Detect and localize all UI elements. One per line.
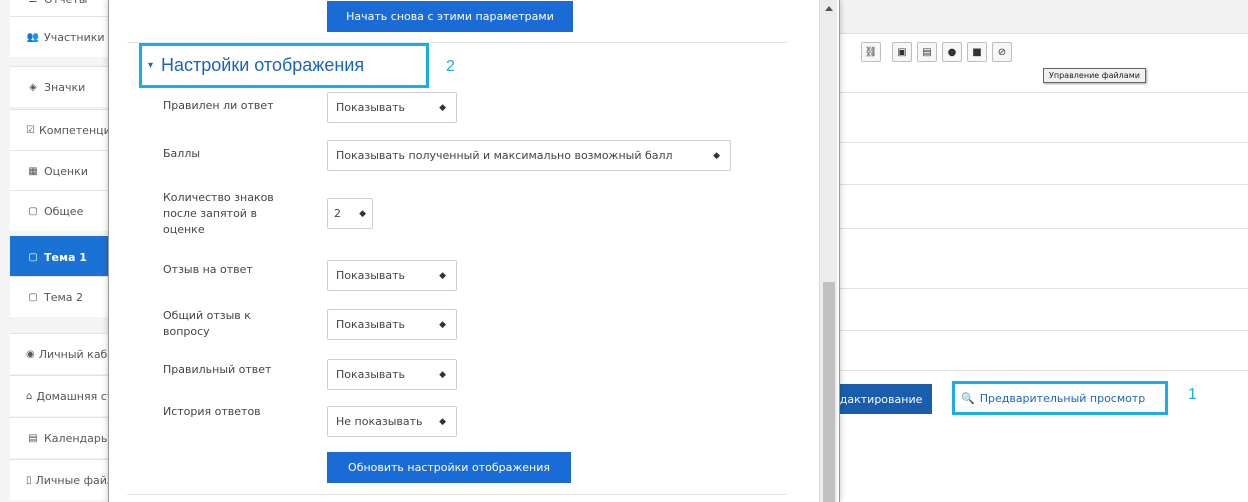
select-caret-icon: ◆	[439, 319, 446, 330]
sidebar-item-label: Тема 2	[44, 290, 84, 304]
sidebar-item-label: Оценки	[44, 164, 88, 178]
select-decimal-places[interactable]: 2 ◆	[327, 198, 373, 229]
sidebar-item[interactable]: ⌂Домашняя страница	[10, 375, 108, 416]
scrollbar-thumb[interactable]	[823, 282, 835, 502]
callout-number-1: 1	[1188, 386, 1197, 403]
scroll-up-arrow-icon[interactable]	[825, 6, 833, 11]
unlink-icon[interactable]: ⛓	[861, 42, 881, 62]
select-specific-feedback[interactable]: Показывать ◆	[327, 260, 457, 291]
select-value: Не показывать	[336, 415, 423, 428]
magnifier-icon: 🔍	[961, 391, 975, 405]
sidebar-item[interactable]: ☑Компетенции	[10, 109, 108, 150]
dashboard-icon: ◉	[26, 348, 35, 360]
editor-toolbar: ⛓ ▣ ▤ ● ■ ⊘	[861, 40, 1017, 64]
list-icon: ☰	[26, 0, 40, 5]
select-value: Показывать полученный и максимально возм…	[336, 149, 673, 162]
sidebar-item[interactable]: ▢ Тема 2	[10, 276, 108, 317]
select-caret-icon: ◆	[359, 208, 366, 219]
select-marks[interactable]: Показывать полученный и максимально возм…	[327, 140, 731, 171]
sidebar-item[interactable]: ▤ Календарь	[10, 417, 108, 458]
dialog-scrollbar[interactable]	[819, 0, 837, 502]
divider	[127, 494, 787, 495]
editor-top-strip	[833, 0, 1248, 34]
quiz-preview-settings-dialog: Начать снова с этими параметрами ▾ Настр…	[108, 0, 840, 502]
field-label-decimal-places: Количество знаков после запятой в оценке	[163, 191, 274, 236]
divider	[833, 142, 1248, 143]
sidebar-item-label: Отчеты	[44, 0, 87, 6]
divider	[833, 228, 1248, 229]
calendar-icon: ▤	[28, 432, 38, 444]
divider	[833, 370, 1248, 371]
edit-button[interactable]: едактирование	[833, 384, 933, 414]
divider	[833, 184, 1248, 185]
screenshot-root: ☰ Отчеты 👥 Участники ◈ Значки ☑Компетенции ▦ Оце…	[0, 0, 1248, 502]
select-value: Показывать	[336, 101, 406, 114]
manage-files-icon[interactable]: ⊘	[992, 42, 1012, 62]
media-icon[interactable]: ▤	[917, 42, 937, 62]
image-icon[interactable]: ▣	[892, 42, 912, 62]
select-response-history[interactable]: Не показывать ◆	[327, 406, 457, 437]
divider	[833, 92, 1248, 93]
callout-number-2: 2	[446, 58, 455, 75]
field-label-correctness: Правилен ли ответ	[163, 99, 274, 112]
select-value: 2	[334, 207, 341, 220]
file-icon: ▯	[26, 474, 32, 486]
select-value: Показывать	[336, 269, 406, 282]
nav-drawer: ☰ Отчеты 👥 Участники ◈ Значки ☑Компетенции ▦ Оце…	[0, 0, 108, 502]
sidebar-item-label: Участники	[44, 30, 105, 44]
sidebar-item-label: Общее	[44, 204, 84, 218]
sidebar-item-label: Домашняя страница	[36, 389, 108, 403]
sidebar-item-label: Тема 1	[44, 250, 87, 264]
sidebar-item[interactable]: ▢ Тема 1	[10, 236, 108, 277]
microphone-icon[interactable]: ●	[942, 42, 962, 62]
table-icon: ▦	[28, 165, 38, 177]
folder-icon: ▢	[28, 205, 38, 217]
sidebar-item[interactable]: ◉Личный кабинет	[10, 333, 108, 374]
divider	[833, 330, 1248, 331]
field-label-specific-feedback: Отзыв на ответ	[163, 263, 253, 276]
field-label-response-history: История ответов	[163, 405, 261, 418]
video-icon[interactable]: ■	[967, 42, 987, 62]
select-caret-icon: ◆	[439, 416, 446, 427]
select-correctness[interactable]: Показывать ◆	[327, 92, 457, 123]
checkbox-icon: ☑	[26, 124, 35, 136]
sidebar-item-label: Календарь	[44, 431, 108, 445]
field-label-general-feedback: Общий отзыв к вопросу	[163, 309, 251, 338]
sidebar-item[interactable]: ▯Личные файлы	[10, 459, 108, 500]
field-label-marks: Баллы	[163, 147, 201, 160]
section-title: Настройки отображения	[161, 55, 365, 75]
sidebar-item-label: Личные файлы	[35, 473, 108, 487]
sidebar-item[interactable]: 👥 Участники	[10, 16, 108, 57]
select-caret-icon: ◆	[439, 369, 446, 380]
collapse-toggle-icon: ▾	[148, 60, 154, 71]
select-general-feedback[interactable]: Показывать ◆	[327, 309, 457, 340]
home-icon: ⌂	[26, 390, 33, 402]
select-caret-icon: ◆	[439, 270, 446, 281]
folder-icon: ▢	[28, 291, 38, 303]
users-icon: 👥	[26, 31, 40, 43]
field-label-right-answer: Правильный ответ	[163, 363, 272, 376]
select-value: Показывать	[336, 368, 406, 381]
display-settings-section-header[interactable]: ▾ Настройки отображения	[139, 43, 429, 88]
select-caret-icon: ◆	[439, 102, 446, 113]
preview-link-label: Предварительный просмотр	[979, 391, 1146, 405]
update-display-options-button[interactable]: Обновить настройки отображения	[327, 452, 571, 483]
divider	[833, 288, 1248, 289]
sidebar-item[interactable]: ▦ Оценки	[10, 150, 108, 191]
sidebar-item-label: Компетенции	[38, 123, 108, 137]
sidebar-item-label: Личный кабинет	[38, 347, 108, 361]
folder-icon: ▢	[28, 251, 38, 263]
select-caret-icon: ◆	[713, 150, 720, 161]
restart-with-settings-button[interactable]: Начать снова с этими параметрами	[327, 1, 573, 32]
preview-link[interactable]: 🔍 Предварительный просмотр	[952, 381, 1168, 415]
editor-area: ⛓ ▣ ▤ ● ■ ⊘ Управление файлами едактирование	[833, 0, 1248, 502]
shield-icon: ◈	[29, 81, 37, 93]
dialog-body: Начать снова с этими параметрами ▾ Настр…	[127, 0, 807, 502]
select-value: Показывать	[336, 318, 406, 331]
sidebar-item-label: Значки	[44, 80, 86, 94]
select-right-answer[interactable]: Показывать ◆	[327, 359, 457, 390]
sidebar-item[interactable]: ◈ Значки	[10, 66, 108, 107]
sidebar-item[interactable]: ▢ Общее	[10, 190, 108, 231]
manage-files-tooltip: Управление файлами	[1043, 68, 1146, 83]
